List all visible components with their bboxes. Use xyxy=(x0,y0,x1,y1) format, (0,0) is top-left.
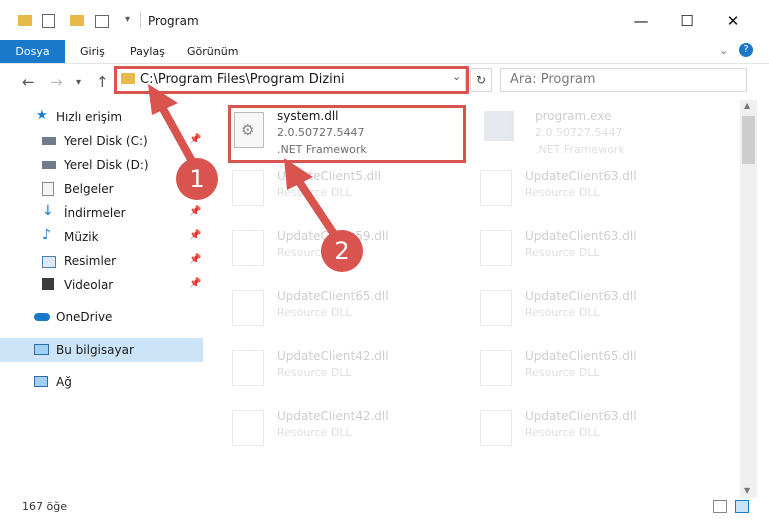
details-view-icon[interactable] xyxy=(713,500,727,513)
step-badge-2: 2 xyxy=(321,230,363,272)
step-badge-1: 1 xyxy=(176,158,218,200)
large-icons-view-icon[interactable] xyxy=(735,500,749,513)
item-count: 167 öğe xyxy=(22,500,67,513)
scrollbar-thumb[interactable] xyxy=(742,116,755,164)
scroll-down-icon[interactable]: ▼ xyxy=(744,486,750,495)
annotation-arrows xyxy=(148,84,342,244)
scroll-up-icon[interactable]: ▲ xyxy=(744,101,750,110)
arrow-to-file xyxy=(284,158,342,244)
status-bar xyxy=(0,498,769,531)
